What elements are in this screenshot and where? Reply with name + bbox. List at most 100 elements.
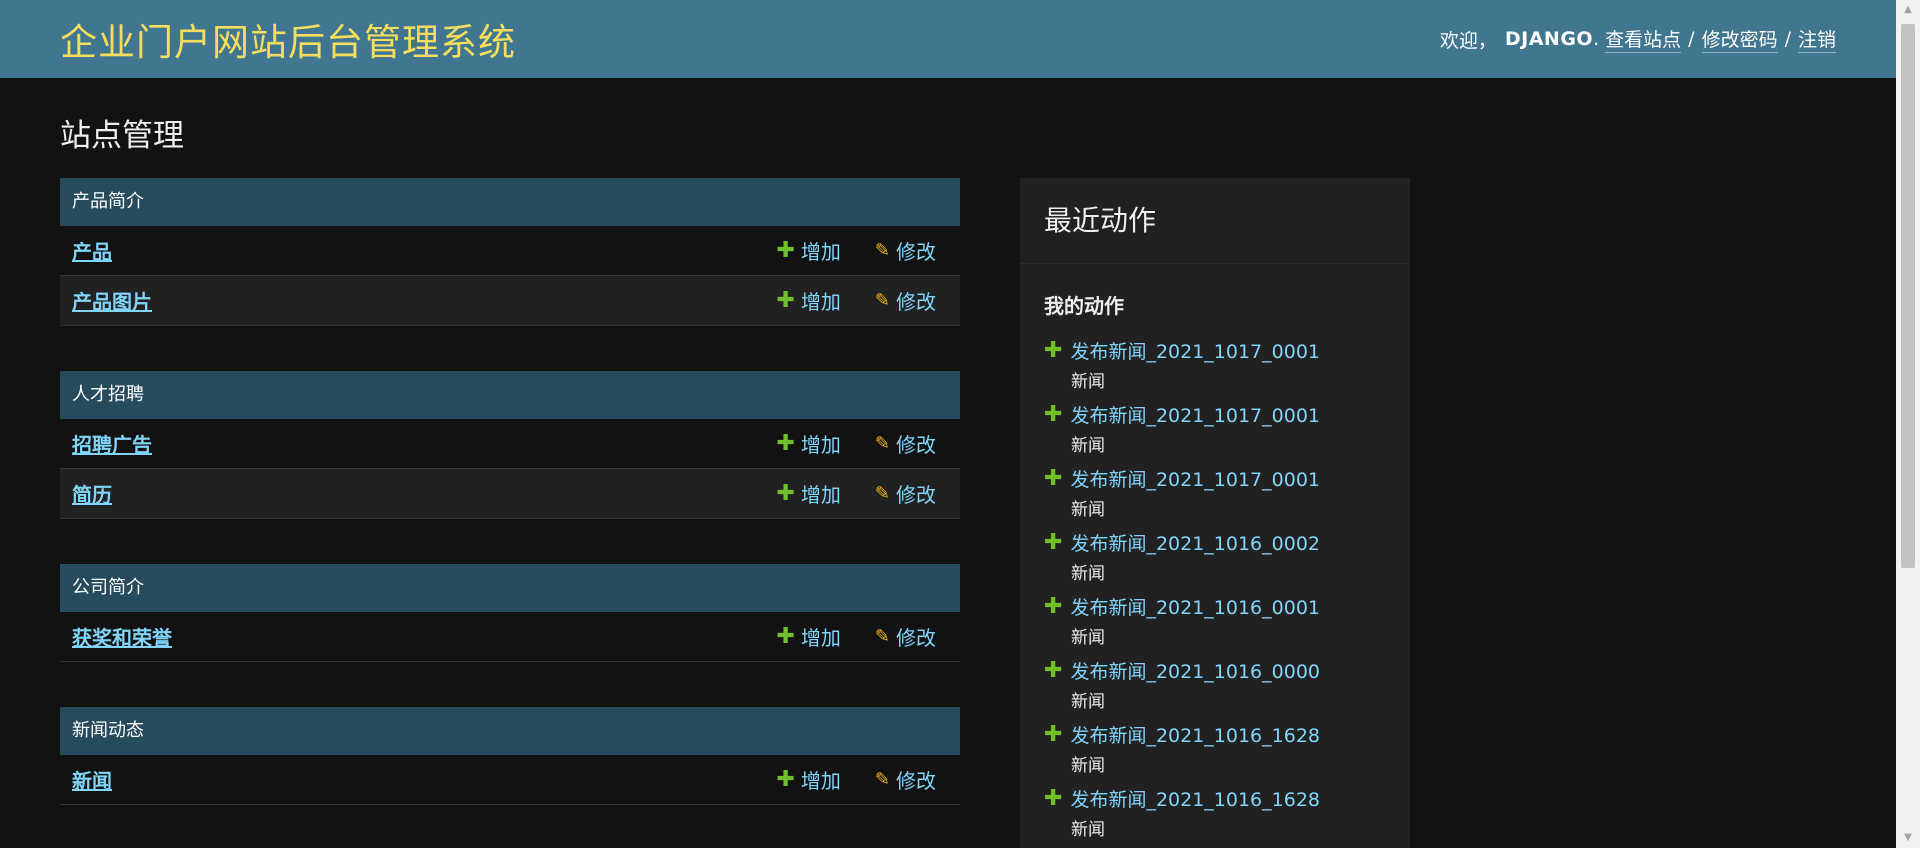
recent-action-link[interactable]: 发布新闻_2021_1016_0000 xyxy=(1070,657,1320,684)
pencil-icon: ✎ xyxy=(874,289,890,311)
recent-actions-panel: 最近动作 我的动作 ✚ 发布新闻_2021_1017_0001 新闻 ✚ 发布新… xyxy=(1020,178,1410,848)
change-button[interactable]: ✎ 修改 xyxy=(875,622,936,651)
app-list: 产品简介 产品 ✚ 增加 ✎ 修改 产品图片 ✚ 增加 ✎ 修改 人才招聘 招聘… xyxy=(60,178,960,848)
add-button[interactable]: ✚ 增加 xyxy=(776,286,840,315)
logout-link[interactable]: 注销 xyxy=(1797,25,1836,53)
arrow-down-icon[interactable]: ▼ xyxy=(1896,828,1920,848)
plus-icon: ✚ xyxy=(1044,337,1063,363)
plus-icon: ✚ xyxy=(1044,721,1063,747)
model-row: 获奖和荣誉 ✚ 增加 ✎ 修改 xyxy=(60,612,960,662)
pencil-icon: ✎ xyxy=(874,432,890,454)
plus-icon: ✚ xyxy=(1044,785,1063,811)
content-type-label: 新闻 xyxy=(1071,564,1105,584)
plus-icon: ✚ xyxy=(776,287,795,313)
model-row: 招聘广告 ✚ 增加 ✎ 修改 xyxy=(60,419,960,469)
model-row: 产品图片 ✚ 增加 ✎ 修改 xyxy=(60,276,960,326)
change-button[interactable]: ✎ 修改 xyxy=(875,765,936,794)
pencil-icon: ✎ xyxy=(874,482,890,504)
plus-icon: ✚ xyxy=(1044,401,1063,427)
recent-action-item: ✚ 发布新闻_2021_1017_0001 新闻 xyxy=(1044,401,1410,465)
plus-icon: ✚ xyxy=(1044,657,1063,683)
content-type-label: 新闻 xyxy=(1071,820,1105,840)
module-caption[interactable]: 公司简介 xyxy=(60,564,960,612)
content-type-label: 新闻 xyxy=(1071,372,1105,392)
model-link[interactable]: 新闻 xyxy=(72,765,776,794)
content-type-label: 新闻 xyxy=(1071,500,1105,520)
separator: / xyxy=(1688,28,1695,50)
plus-icon: ✚ xyxy=(1044,593,1063,619)
change-label: 修改 xyxy=(896,483,936,507)
app-module: 人才招聘 招聘广告 ✚ 增加 ✎ 修改 简历 ✚ 增加 ✎ 修改 xyxy=(60,371,960,519)
recent-action-item: ✚ 发布新闻_2021_1016_0002 新闻 xyxy=(1044,529,1410,593)
recent-action-link[interactable]: 发布新闻_2021_1016_0001 xyxy=(1070,593,1320,620)
app-module: 新闻动态 新闻 ✚ 增加 ✎ 修改 xyxy=(60,707,960,805)
recent-action-link[interactable]: 发布新闻_2021_1017_0001 xyxy=(1070,337,1320,364)
recent-action-link[interactable]: 发布新闻_2021_1016_0002 xyxy=(1070,529,1320,556)
recent-action-item: ✚ 发布新闻_2021_1016_0000 新闻 xyxy=(1044,657,1410,721)
add-label: 增加 xyxy=(800,433,841,457)
content-type-label: 新闻 xyxy=(1071,756,1105,776)
model-link[interactable]: 获奖和荣誉 xyxy=(72,622,776,651)
model-row: 产品 ✚ 增加 ✎ 修改 xyxy=(60,226,960,276)
plus-icon: ✚ xyxy=(776,766,795,792)
plus-icon: ✚ xyxy=(776,480,795,506)
welcome-text: 欢迎， xyxy=(1439,29,1497,52)
recent-action-item: ✚ 发布新闻_2021_1016_0001 新闻 xyxy=(1044,593,1410,657)
add-label: 增加 xyxy=(800,483,841,507)
change-label: 修改 xyxy=(896,433,936,457)
change-button[interactable]: ✎ 修改 xyxy=(875,286,936,315)
module-caption[interactable]: 人才招聘 xyxy=(60,371,960,419)
add-button[interactable]: ✚ 增加 xyxy=(776,236,840,265)
plus-icon: ✚ xyxy=(1044,465,1063,491)
recent-action-item: ✚ 发布新闻_2021_1017_0001 新闻 xyxy=(1044,337,1410,401)
content-type-label: 新闻 xyxy=(1071,628,1105,648)
add-label: 增加 xyxy=(800,240,841,264)
recent-action-link[interactable]: 发布新闻_2021_1016_1628 xyxy=(1070,721,1320,748)
recent-action-link[interactable]: 发布新闻_2021_1017_0001 xyxy=(1070,465,1320,492)
model-row: 新闻 ✚ 增加 ✎ 修改 xyxy=(60,755,960,805)
change-label: 修改 xyxy=(896,290,936,314)
change-password-link[interactable]: 修改密码 xyxy=(1701,25,1778,53)
view-site-link[interactable]: 查看站点 xyxy=(1605,25,1682,53)
arrow-up-icon[interactable]: ▲ xyxy=(1896,0,1920,20)
add-label: 增加 xyxy=(800,626,841,650)
user-tools: 欢迎， DJANGO . 查看站点 / 修改密码 / 注销 xyxy=(1440,25,1836,53)
my-actions-title: 我的动作 xyxy=(1044,294,1124,318)
add-button[interactable]: ✚ 增加 xyxy=(776,479,840,508)
content-type-label: 新闻 xyxy=(1071,436,1105,456)
model-link[interactable]: 产品 xyxy=(72,236,776,265)
recent-action-item: ✚ 发布新闻_2021_1016_1628 新闻 xyxy=(1044,721,1410,785)
username: DJANGO xyxy=(1504,28,1594,50)
add-button[interactable]: ✚ 增加 xyxy=(776,622,840,651)
separator: / xyxy=(1784,28,1791,50)
change-label: 修改 xyxy=(896,626,936,650)
model-row: 简历 ✚ 增加 ✎ 修改 xyxy=(60,469,960,519)
add-button[interactable]: ✚ 增加 xyxy=(776,429,840,458)
plus-icon: ✚ xyxy=(776,430,795,456)
scrollbar-thumb[interactable] xyxy=(1901,24,1915,568)
action-list: ✚ 发布新闻_2021_1017_0001 新闻 ✚ 发布新闻_2021_101… xyxy=(1020,319,1410,848)
vertical-scrollbar[interactable]: ▲ ▼ xyxy=(1896,0,1920,848)
recent-action-item: ✚ 发布新闻_2021_1017_0001 新闻 xyxy=(1044,465,1410,529)
module-caption[interactable]: 产品简介 xyxy=(60,178,960,226)
site-title[interactable]: 企业门户网站后台管理系统 xyxy=(60,12,516,66)
pencil-icon: ✎ xyxy=(874,625,890,647)
recent-action-link[interactable]: 发布新闻_2021_1016_1628 xyxy=(1070,785,1320,812)
add-button[interactable]: ✚ 增加 xyxy=(776,765,840,794)
model-link[interactable]: 简历 xyxy=(72,479,776,508)
module-caption[interactable]: 新闻动态 xyxy=(60,707,960,755)
model-link[interactable]: 招聘广告 xyxy=(72,429,776,458)
change-label: 修改 xyxy=(896,769,936,793)
content-type-label: 新闻 xyxy=(1071,692,1105,712)
recent-actions-title: 最近动作 xyxy=(1020,178,1410,264)
app-module: 公司简介 获奖和荣誉 ✚ 增加 ✎ 修改 xyxy=(60,564,960,662)
change-button[interactable]: ✎ 修改 xyxy=(875,236,936,265)
change-label: 修改 xyxy=(896,240,936,264)
model-link[interactable]: 产品图片 xyxy=(72,286,776,315)
header: 企业门户网站后台管理系统 欢迎， DJANGO . 查看站点 / 修改密码 / … xyxy=(0,0,1896,78)
change-button[interactable]: ✎ 修改 xyxy=(875,479,936,508)
username-suffix: . xyxy=(1593,28,1600,50)
add-label: 增加 xyxy=(800,290,841,314)
change-button[interactable]: ✎ 修改 xyxy=(875,429,936,458)
recent-action-link[interactable]: 发布新闻_2021_1017_0001 xyxy=(1070,401,1320,428)
